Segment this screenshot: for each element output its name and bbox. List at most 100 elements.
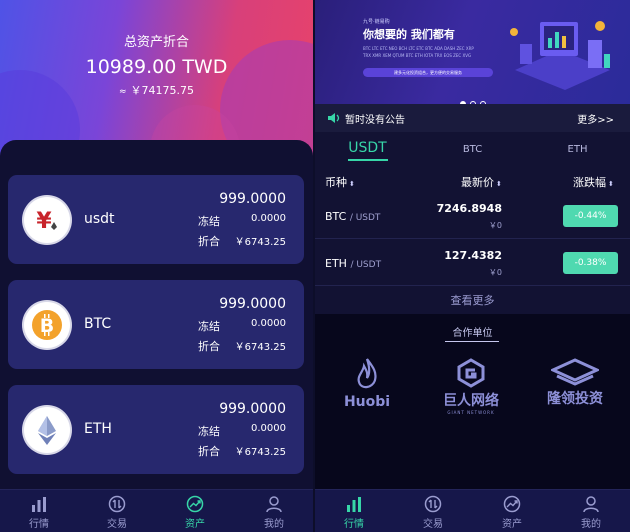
banner-cta: 建多元化投资组合，更方便的交易服务: [363, 68, 493, 77]
approx-sign: ≈: [118, 87, 127, 97]
change-badge: -0.38%: [563, 252, 618, 274]
price-cny: ￥0: [488, 268, 502, 277]
price-column-header[interactable]: 最新价 ⬍: [461, 174, 502, 190]
frozen-value: 0.0000: [251, 318, 286, 329]
last-price: 7246.8948: [436, 202, 502, 215]
approx-value: ￥74175.75: [130, 84, 195, 97]
giant-network-icon: [457, 358, 485, 388]
partner-longling[interactable]: 隆领投资: [525, 358, 625, 418]
partner-giant-network[interactable]: 巨人网络 GIANT NETWORK: [421, 358, 521, 418]
change-header-label: 涨跌幅: [573, 176, 606, 189]
exchange-icon: [424, 495, 442, 513]
partners-section: 合作单位 Huobi 巨人网络 GIANT NETWORK 隆领投资: [315, 314, 630, 490]
tab-label: 交易: [423, 519, 443, 530]
tab-assets[interactable]: 资产: [156, 490, 234, 532]
asset-card-btc[interactable]: B BTC 999.0000 冻结 0.0000 折合 ￥6743.25: [8, 280, 304, 369]
bottom-tab-bar: 行情 交易 资产 我的: [0, 489, 313, 532]
assets-screen: 总资产折合 10989.00 TWD ≈ ￥74175.75 ¥ usdt 999…: [0, 0, 313, 532]
frozen-value: 0.0000: [251, 213, 286, 224]
frozen-label: 冻结: [198, 320, 220, 333]
speaker-icon: [328, 113, 340, 123]
user-icon: [266, 496, 282, 513]
asset-name: ETH: [84, 421, 112, 437]
tab-trade[interactable]: 交易: [78, 490, 156, 532]
equiv-value: ￥6743.25: [234, 237, 286, 248]
bar-chart-icon: [32, 497, 46, 512]
svg-text:¥: ¥: [36, 209, 52, 234]
sort-arrow-icon: ⬍: [496, 180, 502, 188]
coin-header-label: 币种: [325, 176, 347, 189]
coin-column-header[interactable]: 币种 ⬍: [325, 174, 355, 190]
longling-layers-icon: [551, 358, 599, 386]
banner-coin-list: BTC LTC ETC NEO BCH LTC ETC BTC ADA DASH…: [363, 46, 474, 58]
asset-amount: 999.0000: [219, 191, 286, 207]
tab-profile[interactable]: 我的: [552, 490, 630, 532]
asset-card-usdt[interactable]: ¥ usdt 999.0000 冻结 0.0000 折合 ￥6743.25: [8, 175, 304, 264]
partner-huobi[interactable]: Huobi: [317, 358, 417, 418]
sort-arrow-icon: ⬍: [349, 180, 355, 188]
tab-trade[interactable]: 交易: [394, 490, 472, 532]
equiv-value: ￥6743.25: [234, 447, 286, 458]
tab-market[interactable]: 行情: [0, 490, 78, 532]
announcement-bar: 暂时没有公告 更多>>: [315, 104, 630, 132]
price-header-label: 最新价: [461, 176, 494, 189]
banner-headline: 你想要的 我们都有: [363, 28, 455, 41]
user-icon: [583, 496, 599, 513]
tab-btc[interactable]: BTC: [420, 138, 525, 155]
asset-amount: 999.0000: [219, 401, 286, 417]
yen-coin-icon: ¥: [24, 197, 70, 243]
equiv-label: 折合: [198, 235, 220, 248]
frozen-label: 冻结: [198, 215, 220, 228]
equiv-label: 折合: [198, 445, 220, 458]
price-cny: ￥0: [488, 221, 502, 230]
pair-quote: / USDT: [349, 213, 381, 223]
pair-base: ETH: [325, 257, 347, 270]
tab-label: 行情: [344, 519, 364, 530]
equiv-value: ￥6743.25: [234, 342, 286, 353]
asset-list: ¥ usdt 999.0000 冻结 0.0000 折合 ￥6743.25 B …: [0, 140, 313, 490]
tab-market[interactable]: 行情: [315, 490, 393, 532]
partner-subtitle: GIANT NETWORK: [447, 410, 495, 415]
tab-label: 我的: [264, 519, 284, 530]
change-column-header[interactable]: 涨跌幅 ⬍: [573, 174, 614, 190]
asset-name: usdt: [84, 211, 115, 227]
equiv-label: 折合: [198, 340, 220, 353]
total-assets-cny: ≈ ￥74175.75: [0, 82, 313, 98]
active-tab-indicator: [347, 159, 388, 161]
tab-label: 资产: [502, 519, 522, 530]
tab-label: 我的: [581, 519, 601, 530]
announcement-text: 暂时没有公告: [345, 115, 405, 126]
tab-label: 行情: [29, 519, 49, 530]
tab-usdt[interactable]: USDT: [315, 138, 420, 161]
title-divider: [445, 341, 499, 342]
promo-banner[interactable]: 九号·链易购 你想要的 我们都有 BTC LTC ETC NEO BCH LTC…: [315, 0, 630, 104]
tab-profile[interactable]: 我的: [235, 490, 313, 532]
asset-card-eth[interactable]: ETH 999.0000 冻结 0.0000 折合 ￥6743.25: [8, 385, 304, 474]
market-screen: 九号·链易购 你想要的 我们都有 BTC LTC ETC NEO BCH LTC…: [315, 0, 630, 532]
tab-eth-label: ETH: [567, 144, 588, 155]
trading-pair: BTC / USDT: [325, 210, 380, 223]
trend-icon: [503, 495, 521, 513]
partner-name: 巨人网络: [443, 393, 499, 409]
banner-brand: 九号·链易购: [363, 19, 390, 25]
market-row-btc[interactable]: BTC / USDT 7246.8948 ￥0 -0.44%: [315, 194, 630, 239]
market-row-eth[interactable]: ETH / USDT 127.4382 ￥0 -0.38%: [315, 241, 630, 286]
bottom-tab-bar: 行情 交易 资产 我的: [315, 489, 630, 532]
total-assets-amount: 10989.00 TWD: [85, 56, 228, 78]
partner-name: Huobi: [343, 394, 391, 410]
last-price: 127.4382: [444, 249, 502, 262]
huobi-flame-icon: [357, 358, 377, 389]
tab-label: 资产: [185, 519, 205, 530]
tab-usdt-label: USDT: [348, 140, 387, 156]
view-more-link[interactable]: 查看更多: [315, 292, 630, 308]
bitcoin-icon: B: [24, 302, 70, 348]
trading-pair: ETH / USDT: [325, 257, 381, 270]
tab-assets[interactable]: 资产: [473, 490, 551, 532]
tab-eth[interactable]: ETH: [525, 138, 630, 155]
banner-pagination: [315, 92, 630, 104]
frozen-label: 冻结: [198, 425, 220, 438]
tab-btc-label: BTC: [462, 144, 483, 155]
market-tabs: USDT BTC ETH: [315, 138, 630, 166]
announcement-more-link[interactable]: 更多>>: [577, 111, 614, 126]
isometric-illustration: [510, 21, 610, 90]
